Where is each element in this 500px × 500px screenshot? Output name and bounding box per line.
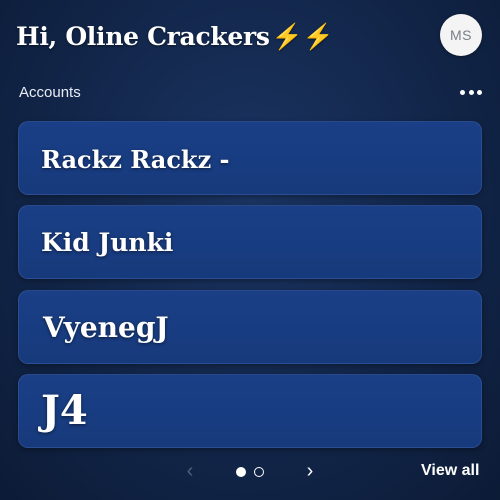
lightning-bolt-icon: ⚡⚡ — [271, 22, 334, 51]
pager: ‹ › View all — [0, 455, 500, 487]
account-card[interactable]: Rackz Rackz - — [18, 121, 482, 195]
avatar[interactable]: MS — [440, 14, 482, 56]
chevron-left-icon[interactable]: ‹ — [180, 459, 200, 483]
account-name: VyenegJ — [43, 311, 169, 344]
account-card[interactable]: J4 — [18, 374, 482, 448]
greeting-title: Hi, Oline Crackers⚡⚡ — [16, 22, 334, 52]
page-dot[interactable] — [254, 467, 264, 477]
avatar-initials: MS — [450, 27, 472, 43]
account-name: Kid Junki — [41, 228, 174, 257]
account-name: J4 — [41, 387, 88, 434]
view-all-link[interactable]: View all — [421, 462, 479, 480]
chevron-right-icon[interactable]: › — [300, 459, 320, 483]
account-name: Rackz Rackz - — [41, 145, 230, 174]
header: Hi, Oline Crackers⚡⚡ MS — [0, 0, 500, 80]
more-horizontal-icon[interactable] — [460, 85, 482, 99]
greeting-text: Hi, Oline Crackers — [16, 22, 270, 51]
account-card[interactable]: Kid Junki — [18, 205, 482, 279]
accounts-section-label: Accounts — [19, 84, 81, 101]
page-dot-active[interactable] — [236, 467, 246, 477]
account-card[interactable]: VyenegJ — [18, 290, 482, 364]
